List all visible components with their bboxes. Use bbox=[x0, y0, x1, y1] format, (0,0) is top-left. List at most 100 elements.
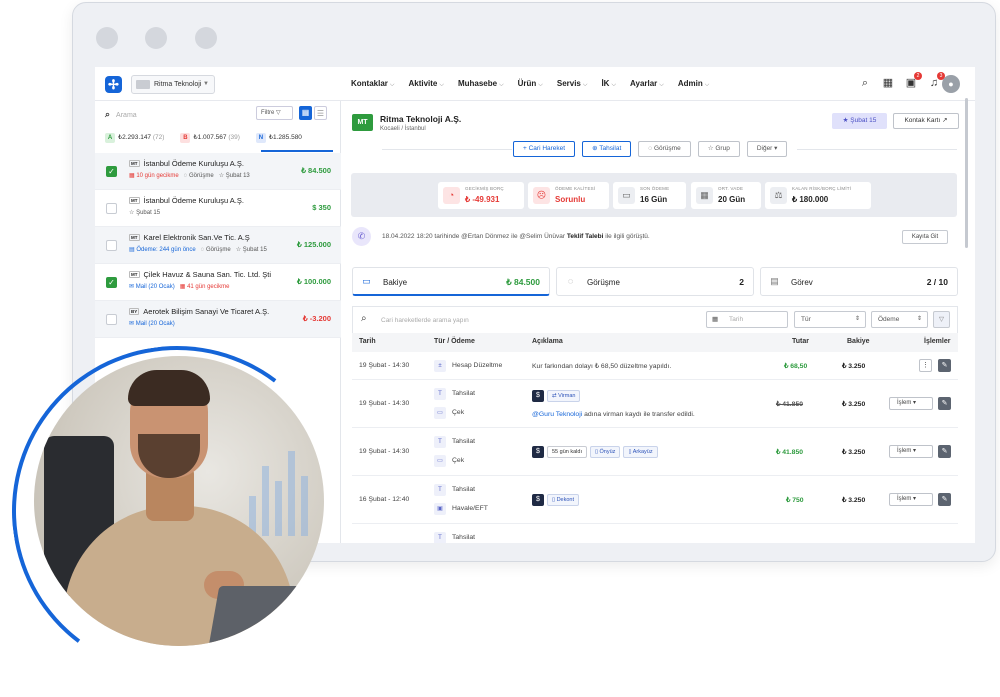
table-search-input[interactable]: Cari hareketlerde arama yapın bbox=[381, 317, 469, 324]
checkbox[interactable] bbox=[106, 314, 117, 325]
edit-icon[interactable]: ✎ bbox=[938, 397, 951, 410]
stats-bar: ◔ GECİKMİŞ BORÇ ₺ -49.931 ☹ ÖDEME KALİTESİ S… bbox=[351, 173, 957, 217]
chevron-down-icon: ▾ bbox=[913, 496, 917, 502]
list-search-placeholder: Arama bbox=[116, 112, 137, 119]
stat-avg-term: ▦ ORT. VADE 20 Gün bbox=[691, 182, 761, 209]
transfer-icon: ⇄ bbox=[552, 393, 557, 399]
date-button[interactable]: ★ Şubat 15 bbox=[832, 113, 887, 129]
stat-payment-quality: ☹ ÖDEME KALİTESİ Sorunlu bbox=[528, 182, 609, 209]
table-header: Tarih Tür / Ödeme Açıklama Tutar Bakiye … bbox=[352, 333, 958, 352]
total-group-b[interactable]: B ₺1.007.567 (39) bbox=[180, 133, 240, 143]
star-icon: ☆ bbox=[235, 247, 242, 253]
list-search[interactable]: ⌕ Arama bbox=[105, 109, 137, 120]
item-amount: $ 350 bbox=[312, 203, 331, 212]
stat-remaining-limit: ⚖ KALAN RİSK/BORÇ LİMİTİ ₺ 180.000 bbox=[765, 182, 871, 209]
edit-icon[interactable]: ✎ bbox=[938, 493, 951, 506]
chevron-down-icon: ▾ bbox=[913, 448, 917, 454]
list-item[interactable]: MT İstanbul Ödeme Kuruluşu A.Ş. ☆ Şubat 1… bbox=[95, 190, 341, 227]
grup-button[interactable]: ☆ Grup bbox=[697, 141, 740, 157]
action-dropdown[interactable]: İşlem ▾ bbox=[889, 445, 933, 458]
plus-icon: + bbox=[523, 145, 527, 152]
list-item[interactable]: BY Aerotek Bilişim Sanayi Ve Ticaret A.Ş.… bbox=[95, 301, 341, 338]
total-group-n[interactable]: N ₺1.285.580 bbox=[255, 133, 302, 143]
list-view-icon[interactable]: ☰ bbox=[314, 106, 327, 120]
table-row[interactable]: 19 Şubat - 14:30 ± Hesap Düzeltme Kur far… bbox=[352, 352, 958, 380]
list-item[interactable]: ✓ MT Çilek Havuz & Sauna San. Tic. Ltd. Ş… bbox=[95, 264, 341, 301]
message-badge: 2 bbox=[914, 72, 922, 80]
go-to-record-button[interactable]: Kayıta Git bbox=[902, 230, 948, 244]
tab-gorusme[interactable]: ◌ Görüşme 2 bbox=[556, 267, 754, 296]
bell-icon[interactable]: ♫ 3 bbox=[928, 72, 945, 89]
filter-icon[interactable]: ▽ bbox=[933, 311, 950, 328]
menu-item-ik[interactable]: İK ⌵ bbox=[601, 79, 616, 89]
chat-icon: ◌ bbox=[183, 173, 188, 179]
company-location: Kocaeli / İstanbul bbox=[380, 126, 426, 132]
grid-view-icon[interactable]: ▦ bbox=[299, 106, 312, 120]
chevron-down-icon: ▾ bbox=[774, 145, 778, 152]
tahsilat-button[interactable]: ⊕ Tahsilat bbox=[582, 141, 632, 157]
company-thumbnail bbox=[136, 80, 150, 89]
menu-item-servis[interactable]: Servis ⌵ bbox=[557, 79, 588, 89]
t-icon: T bbox=[434, 484, 446, 496]
total-group-a[interactable]: A ₺2.293.147 (72) bbox=[105, 133, 164, 143]
checkbox[interactable]: ✓ bbox=[106, 166, 117, 177]
chevron-down-icon: ▾ bbox=[913, 400, 917, 406]
checkbox[interactable]: ✓ bbox=[106, 277, 117, 288]
table-row[interactable]: 19 Şubat - 14:30 T Tahsilat ▭ Çek $ ⇄ Virma… bbox=[352, 380, 958, 428]
contact-card-button[interactable]: Kontak Kartı ↗ bbox=[893, 113, 959, 129]
task-icon: ▤ bbox=[770, 276, 779, 286]
window-dot bbox=[195, 27, 217, 49]
action-dropdown[interactable]: İşlem ▾ bbox=[889, 397, 933, 410]
wallet-icon: ▭ bbox=[618, 187, 635, 204]
payment-filter[interactable]: Ödeme ⇕ bbox=[871, 311, 928, 328]
checkbox[interactable] bbox=[106, 203, 117, 214]
type-filter[interactable]: Tür ⇕ bbox=[794, 311, 866, 328]
menu-item-urun[interactable]: Ürün ⌵ bbox=[518, 79, 543, 89]
menu-item-muhasebe[interactable]: Muhasebe ⌵ bbox=[458, 79, 504, 89]
tab-bakiye[interactable]: ▭ Bakiye ₺ 84.500 bbox=[352, 267, 550, 296]
chat-icon: ◌ bbox=[200, 247, 205, 253]
diger-dropdown[interactable]: Diğer ▾ bbox=[746, 141, 788, 157]
action-dropdown[interactable]: İşlem ▾ bbox=[889, 493, 933, 506]
company-select[interactable]: Ritma Teknoloji ▼ bbox=[131, 75, 215, 94]
cari-hareket-button[interactable]: + Cari Hareket bbox=[513, 141, 576, 157]
chart-pie-icon: ◔ bbox=[443, 187, 460, 204]
phone-icon: ✆ bbox=[352, 227, 371, 246]
calendar-icon: ▦ bbox=[179, 284, 186, 290]
check-icon: ▭ bbox=[434, 407, 446, 419]
user-avatar[interactable]: ● bbox=[942, 75, 960, 93]
person-photo bbox=[34, 356, 324, 646]
transactions-table: 19 Şubat - 14:30 ± Hesap Düzeltme Kur far… bbox=[352, 352, 958, 543]
checkbox[interactable] bbox=[106, 240, 117, 251]
list-item[interactable]: MT Karel Elektronik San.Ve Tic. A.Ş ▤ Öde… bbox=[95, 227, 341, 264]
filter-button[interactable]: Filtre ▽ bbox=[256, 106, 293, 120]
table-row[interactable]: 19 Şubat - 14:30 T Tahsilat ▭ Çek $55 gün … bbox=[352, 428, 958, 476]
chat-icon: ◌ bbox=[648, 145, 653, 152]
list-item[interactable]: ✓ MT İstanbul Ödeme Kuruluşu A.Ş. ▦ 10 gü… bbox=[95, 153, 341, 190]
calendar-icon[interactable]: ▦ bbox=[882, 77, 894, 89]
message-icon[interactable]: ▣ 2 bbox=[905, 72, 922, 89]
search-icon[interactable]: ⌕ bbox=[859, 77, 871, 89]
external-link-icon: ↗ bbox=[942, 117, 948, 124]
company-name: Ritma Teknoloji A.Ş. bbox=[380, 114, 462, 124]
more-icon[interactable]: ⋮ bbox=[919, 359, 932, 372]
gorusme-button[interactable]: ◌ Görüşme bbox=[638, 141, 691, 157]
tab-gorev[interactable]: ▤ Görev 2 / 10 bbox=[760, 267, 958, 296]
menu-item-kontaklar[interactable]: Kontaklar ⌵ bbox=[351, 79, 394, 89]
group-totals: A ₺2.293.147 (72) B ₺1.007.567 (39) N ₺1.28… bbox=[105, 133, 302, 143]
menu-item-admin[interactable]: Admin ⌵ bbox=[678, 79, 709, 89]
mail-icon: ✉ bbox=[129, 321, 135, 327]
edit-icon[interactable]: ✎ bbox=[938, 359, 951, 372]
stat-last-payment: ▭ SON ÖDEME 16 Gün bbox=[613, 182, 686, 209]
app-logo[interactable]: ✢ bbox=[105, 76, 122, 93]
menu-item-aktivite[interactable]: Aktivite ⌵ bbox=[408, 79, 443, 89]
item-amount: ₺ 84.500 bbox=[301, 166, 331, 175]
scrollbar[interactable] bbox=[965, 98, 968, 248]
edit-icon[interactable]: ✎ bbox=[938, 445, 951, 458]
date-filter[interactable]: ▦ Tarih bbox=[706, 311, 788, 328]
menu-item-ayarlar[interactable]: Ayarlar ⌵ bbox=[630, 79, 664, 89]
t-icon: T bbox=[434, 388, 446, 400]
table-row[interactable]: T Tahsilat bbox=[352, 524, 958, 543]
table-row[interactable]: 16 Şubat - 12:40 T Tahsilat ▣ Havale/EFT $… bbox=[352, 476, 958, 524]
wallet-icon: ▭ bbox=[362, 276, 371, 286]
